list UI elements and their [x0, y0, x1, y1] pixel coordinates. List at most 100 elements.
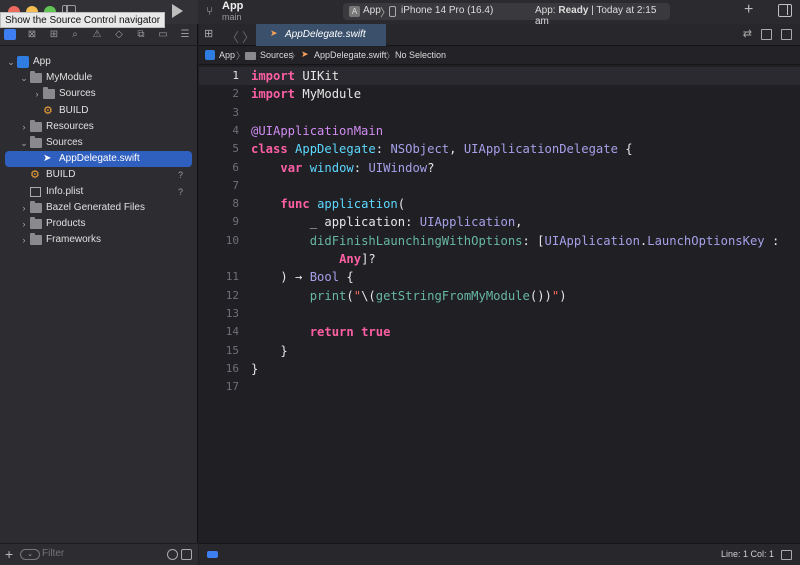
file-tree-row[interactable]: ⌄ MyModule [0, 70, 198, 86]
code-line[interactable]: } [251, 360, 258, 378]
status-ready: Ready [558, 5, 589, 16]
report-navigator-icon[interactable]: ☰ [179, 29, 191, 40]
branch-name[interactable]: main [222, 12, 242, 22]
find-navigator-icon[interactable]: ⌕ [69, 29, 81, 40]
file-tree-row[interactable]: › Resources [0, 119, 198, 135]
inspector-toggle-icon[interactable] [778, 4, 792, 17]
debug-navigator-icon[interactable]: ⧉ [135, 29, 147, 40]
disclosure-closed-icon[interactable]: › [32, 86, 42, 102]
add-file-button[interactable]: + [5, 546, 13, 562]
branch-icon: ⑂ [206, 4, 214, 18]
app-project-icon [17, 56, 29, 68]
file-tree-label: Resources [46, 120, 94, 132]
iphone-icon [389, 6, 396, 17]
refresh-icon[interactable]: ⇄ [743, 27, 752, 40]
code-line[interactable]: var window: UIWindow? [251, 159, 434, 177]
code-token: ]? [361, 252, 376, 266]
code-token: } [251, 343, 288, 358]
recent-files-icon[interactable] [167, 549, 178, 560]
code-line[interactable]: print("\(getStringFromMyModule())") [251, 287, 567, 305]
disclosure-open-icon[interactable]: ⌄ [6, 54, 16, 70]
file-tree-row[interactable]: ⌄ App [0, 54, 198, 70]
tab-label[interactable]: AppDelegate.swift [285, 29, 366, 40]
editor-options-icon[interactable] [761, 29, 772, 40]
project-name[interactable]: App [222, 0, 243, 12]
editor-tab-bar: ⊞ 〈 〉 ➤ AppDelegate.swift ⇄ [199, 24, 800, 46]
breadcrumb-sources[interactable]: Sources [260, 50, 293, 60]
folder-icon [30, 200, 42, 213]
breadcrumb-selection[interactable]: No Selection [395, 50, 446, 60]
folder-icon [30, 216, 42, 229]
code-line[interactable]: import UIKit [251, 67, 339, 85]
split-editor-icon[interactable] [781, 29, 792, 40]
file-tree-row[interactable]: ⚙ BUILD [0, 103, 198, 119]
file-tree-row[interactable]: › Sources [0, 86, 198, 102]
disclosure-closed-icon[interactable]: › [19, 216, 29, 232]
code-line[interactable]: class AppDelegate: NSObject, UIApplicati… [251, 140, 633, 158]
file-tree-row[interactable]: Info.plist? [0, 184, 198, 200]
folder-icon [30, 135, 42, 148]
test-navigator-icon[interactable]: ◇ [113, 29, 125, 40]
file-tree-label: MyModule [46, 72, 93, 84]
breadcrumb-file[interactable]: AppDelegate.swift [314, 50, 387, 60]
filter-options-icon[interactable]: ⌄ [20, 549, 40, 560]
source-control-filter-icon[interactable] [181, 549, 192, 560]
code-line[interactable]: ) → Bool { [251, 268, 353, 286]
code-line[interactable]: } [251, 342, 288, 360]
code-token: didFinishLaunchingWithOptions [309, 233, 523, 248]
toggle-debug-area-icon[interactable] [781, 550, 792, 560]
code-token: _ application: [251, 215, 420, 230]
back-arrow-icon[interactable]: 〈 [226, 27, 239, 46]
source-control-navigator-icon[interactable]: ⊠ [26, 29, 38, 40]
debug-area-toggle-icon[interactable] [207, 551, 218, 558]
code-token: UIKit [295, 69, 340, 83]
code-line[interactable]: @UIApplicationMain [251, 122, 383, 140]
disclosure-closed-icon[interactable]: › [19, 200, 29, 216]
file-tree-label: Frameworks [46, 234, 102, 246]
code-line[interactable]: didFinishLaunchingWithOptions: [UIApplic… [251, 232, 780, 250]
file-tree-row[interactable]: ➤ AppDelegate.swift [5, 151, 192, 168]
tab-appdelegate[interactable]: ➤ AppDelegate.swift [256, 24, 386, 46]
code-token: ? [427, 160, 435, 175]
line-number: 1 [232, 69, 239, 82]
code-token: UIApplication [419, 215, 516, 230]
breadcrumb-app[interactable]: App [219, 50, 235, 60]
code-token: : [353, 160, 369, 175]
code-line[interactable]: import MyModule [251, 85, 361, 103]
folder-icon [30, 71, 42, 84]
scheme-app-label[interactable]: App [363, 5, 381, 16]
file-tree-row[interactable]: › Products [0, 216, 198, 232]
folder-icon [30, 119, 42, 132]
related-items-icon[interactable]: ⊞ [204, 29, 215, 40]
disclosure-open-icon[interactable]: ⌄ [19, 135, 29, 151]
code-line[interactable]: func application( [251, 195, 405, 213]
file-tree-row[interactable]: ⌄ Sources [0, 135, 198, 151]
filter-input[interactable] [42, 548, 160, 559]
disclosure-closed-icon[interactable]: › [19, 232, 29, 248]
code-token: : [ [522, 233, 545, 248]
code-line[interactable]: _ application: UIApplication, [251, 213, 523, 231]
issue-navigator-icon[interactable]: ⚠ [91, 29, 103, 40]
breakpoint-navigator-icon[interactable]: ▭ [157, 29, 169, 40]
file-tree-row[interactable]: › Frameworks [0, 232, 198, 248]
file-tree-row[interactable]: ⚙ BUILD? [0, 167, 198, 183]
code-token: : [375, 142, 391, 157]
disclosure-open-icon[interactable]: ⌄ [19, 70, 29, 86]
disclosure-closed-icon[interactable]: › [19, 119, 29, 135]
file-tree-label: BUILD [46, 169, 76, 181]
app-scheme-icon: A [349, 6, 360, 17]
forward-arrow-icon[interactable]: 〉 [242, 27, 255, 46]
symbol-navigator-icon[interactable]: ⊞ [48, 29, 60, 40]
folder-navigator-icon[interactable] [4, 29, 16, 40]
code-line[interactable]: return true [251, 323, 391, 341]
swift-icon: ➤ [270, 28, 278, 38]
code-line[interactable]: Any]? [251, 250, 376, 268]
code-area[interactable]: 1 2 3 4 5 6 7 8 9 10 11 12 13 14 15 16 17 import UIKit im… [199, 67, 800, 543]
scheme-selector[interactable]: A App 〉 iPhone 14 Pro (16.4) App: Ready … [343, 3, 670, 27]
file-tree-row[interactable]: › Bazel Generated Files [0, 200, 198, 216]
scheme-device-label[interactable]: iPhone 14 Pro (16.4) [401, 5, 493, 16]
add-library-button[interactable]: + [744, 1, 753, 19]
run-button[interactable] [172, 4, 183, 18]
